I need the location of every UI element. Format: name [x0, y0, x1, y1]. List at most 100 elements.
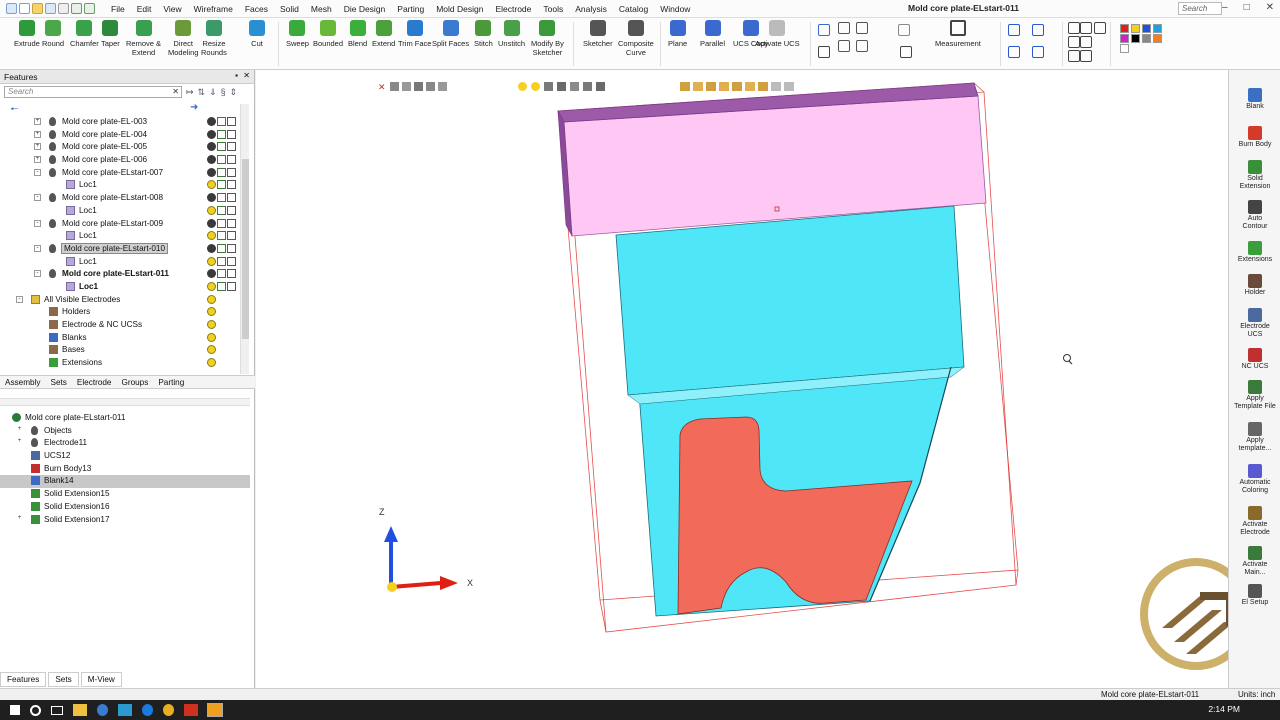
- expand-toggle-icon[interactable]: -: [34, 270, 41, 278]
- visibility-bulb-icon[interactable]: [207, 167, 216, 177]
- electrode-tool-button[interactable]: Auto Contour: [1229, 200, 1280, 231]
- settings-icon[interactable]: [97, 704, 108, 716]
- menu-item[interactable]: Mesh: [311, 4, 332, 14]
- expand-toggle-icon[interactable]: +: [16, 426, 23, 434]
- ribbon-button[interactable]: Composite Curve: [618, 20, 654, 57]
- tree-row[interactable]: + Mold core plate-EL-003: [0, 116, 240, 129]
- tree-row[interactable]: - Mold core plate-ELstart-008: [0, 192, 240, 205]
- checkbox-icon[interactable]: [217, 231, 226, 241]
- menu-item[interactable]: Analysis: [575, 4, 607, 14]
- checkbox-icon[interactable]: [227, 117, 236, 126]
- tree-row[interactable]: Blank14: [0, 475, 250, 489]
- visibility-bulb-icon[interactable]: [207, 117, 216, 126]
- tree-row[interactable]: Extensions: [0, 357, 240, 370]
- forward-arrow-icon[interactable]: ➜: [190, 102, 198, 113]
- electrode-tool-button[interactable]: Extensions: [1229, 241, 1280, 264]
- expand-toggle-icon[interactable]: -: [16, 295, 23, 303]
- menu-item[interactable]: Window: [660, 4, 690, 14]
- ribbon-button[interactable]: Stitch: [474, 20, 493, 48]
- chrome-icon[interactable]: [163, 704, 174, 716]
- ribbon-button[interactable]: Activate UCS: [755, 20, 800, 48]
- edge-icon[interactable]: [142, 704, 153, 716]
- checkbox-icon[interactable]: [217, 243, 226, 253]
- visibility-bulb-icon[interactable]: [207, 180, 216, 190]
- visibility-bulb-icon[interactable]: [207, 231, 216, 241]
- checkbox-icon[interactable]: [217, 269, 226, 279]
- electrode-tool-button[interactable]: Automatic Coloring: [1229, 464, 1280, 495]
- ribbon-small-tool-icon[interactable]: [1008, 46, 1020, 58]
- checkbox-icon[interactable]: [217, 205, 226, 215]
- checkbox-icon[interactable]: [217, 180, 226, 190]
- checkbox-icon[interactable]: [227, 155, 236, 165]
- redo-icon[interactable]: [84, 3, 95, 14]
- menu-item[interactable]: Catalog: [619, 4, 648, 14]
- checkbox-icon[interactable]: [217, 193, 226, 203]
- visibility-bulb-icon[interactable]: [207, 193, 216, 203]
- panel-tab[interactable]: Assembly: [0, 376, 46, 388]
- checkbox-icon[interactable]: [227, 193, 236, 203]
- ribbon-small-tool-icon[interactable]: [1032, 46, 1044, 58]
- new-icon[interactable]: [19, 3, 30, 14]
- ribbon-button[interactable]: Extrude: [14, 20, 40, 48]
- tree-row[interactable]: Mold core plate-ELstart-011: [0, 412, 250, 425]
- file-explorer-icon[interactable]: [73, 704, 87, 716]
- checkbox-icon[interactable]: [217, 129, 226, 139]
- pin-icon[interactable]: ▪: [235, 71, 238, 80]
- color-swatch[interactable]: [1142, 24, 1151, 33]
- undo-icon[interactable]: [71, 3, 82, 14]
- visibility-bulb-icon[interactable]: [207, 345, 216, 355]
- title-search-input[interactable]: Search: [1178, 2, 1222, 15]
- electrode-model[interactable]: [256, 70, 1228, 688]
- checkbox-icon[interactable]: [217, 155, 226, 165]
- ribbon-small-tool-icon[interactable]: [818, 46, 830, 58]
- ribbon-button[interactable]: Unstitch: [498, 20, 525, 48]
- electrode-tool-button[interactable]: Activate Main...: [1229, 546, 1280, 577]
- tree-row[interactable]: Loc1: [0, 230, 240, 243]
- visibility-bulb-icon[interactable]: [207, 155, 216, 165]
- checkbox-icon[interactable]: [227, 129, 236, 139]
- checkbox-icon[interactable]: [227, 218, 236, 228]
- cad-app-icon[interactable]: [207, 703, 223, 717]
- electrode-tool-button[interactable]: Solid Extension: [1229, 160, 1280, 191]
- checkbox-icon[interactable]: [227, 243, 236, 253]
- tree-row[interactable]: - All Visible Electrodes: [0, 294, 240, 307]
- ribbon-button[interactable]: Blend: [348, 20, 367, 48]
- minimize-icon[interactable]: –: [1222, 2, 1228, 13]
- tree-row[interactable]: UCS12: [0, 450, 250, 463]
- expand-all-icon[interactable]: ⇕: [230, 87, 238, 98]
- visibility-bulb-icon[interactable]: [207, 205, 216, 215]
- checkbox-icon[interactable]: [227, 205, 236, 215]
- menu-item[interactable]: View: [163, 4, 181, 14]
- maximize-icon[interactable]: □: [1244, 2, 1250, 13]
- electrode-tool-button[interactable]: NC UCS: [1229, 348, 1280, 371]
- bottom-tab[interactable]: Sets: [48, 672, 79, 687]
- expand-toggle-icon[interactable]: +: [16, 515, 23, 523]
- expand-toggle-icon[interactable]: -: [34, 219, 41, 227]
- measurement-button[interactable]: Measurement: [935, 20, 981, 48]
- clear-search-icon[interactable]: ✕: [172, 87, 179, 96]
- ribbon-button[interactable]: Plane: [668, 20, 687, 48]
- checkbox-icon[interactable]: [227, 142, 236, 152]
- graphics-viewport[interactable]: ✕ Z X: [256, 70, 1252, 688]
- tree-row[interactable]: Loc1: [0, 205, 240, 218]
- ribbon-small-tool-icon[interactable]: [1094, 22, 1106, 34]
- visibility-bulb-icon[interactable]: [207, 129, 216, 139]
- ribbon-button[interactable]: Direct Modeling: [168, 20, 198, 57]
- scrollbar-thumb[interactable]: [242, 159, 249, 339]
- ribbon-button[interactable]: Bounded: [313, 20, 343, 48]
- tree-row[interactable]: - Mold core plate-ELstart-011: [0, 268, 240, 281]
- pdf-icon[interactable]: [184, 704, 198, 716]
- ribbon-button[interactable]: Cut: [249, 20, 265, 48]
- features-search-input[interactable]: Search ✕: [4, 86, 182, 98]
- bottom-tab[interactable]: M-View: [80, 672, 122, 687]
- app-icon[interactable]: [6, 3, 17, 14]
- expand-toggle-icon[interactable]: -: [34, 194, 41, 202]
- save-icon[interactable]: [45, 3, 56, 14]
- ribbon-button[interactable]: Parallel: [700, 20, 725, 48]
- panel-tab[interactable]: Groups: [116, 376, 153, 388]
- tree-row[interactable]: + Objects: [0, 425, 250, 438]
- sort-icon[interactable]: ⇅: [198, 87, 206, 98]
- expand-toggle-icon[interactable]: +: [16, 438, 23, 446]
- electrode-tool-button[interactable]: Blank: [1229, 88, 1280, 111]
- tree-row[interactable]: Solid Extension15: [0, 488, 250, 501]
